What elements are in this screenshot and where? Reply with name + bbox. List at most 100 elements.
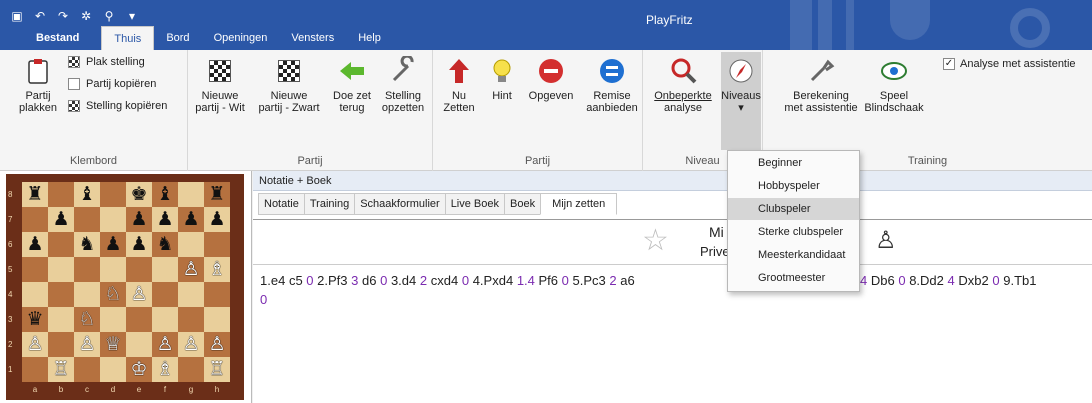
paste-position-button[interactable]: Plak stelling <box>68 56 145 68</box>
board-square[interactable] <box>22 257 48 282</box>
board-square[interactable]: ♙ <box>204 332 230 357</box>
chess-piece[interactable]: ♘ <box>104 284 121 305</box>
board-square[interactable] <box>74 207 100 232</box>
copy-position-button[interactable]: Stelling kopiëren <box>68 100 167 112</box>
board-square[interactable] <box>48 307 74 332</box>
move[interactable]: 1.e4 <box>260 273 285 288</box>
board-square[interactable] <box>100 182 126 207</box>
board-square[interactable]: ♔ <box>126 357 152 382</box>
chess-piece[interactable]: ♙ <box>130 284 147 305</box>
level-option-beginner[interactable]: Beginner <box>728 152 859 174</box>
move[interactable]: 5.Pc3 <box>573 273 606 288</box>
board-square[interactable]: ♟ <box>152 207 178 232</box>
board-square[interactable] <box>152 307 178 332</box>
chess-piece[interactable]: ♝ <box>156 184 173 205</box>
chess-piece[interactable]: ♖ <box>52 359 69 380</box>
board-square[interactable] <box>22 207 48 232</box>
chess-piece[interactable]: ♟ <box>130 209 147 230</box>
board-square[interactable] <box>178 307 204 332</box>
chess-piece[interactable]: ♙ <box>208 334 225 355</box>
star-icon[interactable]: ☆ <box>642 226 669 256</box>
board-square[interactable]: ♟ <box>100 232 126 257</box>
board-square[interactable] <box>152 257 178 282</box>
board-square[interactable]: ♙ <box>74 332 100 357</box>
tab-bestand[interactable]: Bestand <box>0 26 101 50</box>
board-square[interactable] <box>126 332 152 357</box>
board-square[interactable] <box>48 282 74 307</box>
chess-piece[interactable]: ♖ <box>208 359 225 380</box>
tab-schaakformulier[interactable]: Schaakformulier <box>354 193 445 215</box>
chess-piece[interactable]: ♕ <box>104 334 121 355</box>
save-icon[interactable]: ▣ <box>10 9 24 23</box>
move[interactable]: c5 <box>289 273 303 288</box>
chess-piece[interactable]: ♙ <box>156 334 173 355</box>
board-square[interactable]: ♕ <box>100 332 126 357</box>
level-option-grootmeester[interactable]: Grootmeester <box>728 267 859 289</box>
level-option-sterke-clubspeler[interactable]: Sterke clubspeler <box>728 221 859 243</box>
chess-piece[interactable]: ♟ <box>208 209 225 230</box>
tab-bord[interactable]: Bord <box>154 26 201 50</box>
move[interactable]: d6 <box>362 273 376 288</box>
board-square[interactable]: ♝ <box>74 182 100 207</box>
checkbox-checked[interactable]: ✓ <box>943 58 955 70</box>
new-game-black-button[interactable]: Nieuwe partij - Zwart <box>254 56 324 114</box>
board-square[interactable]: ♗ <box>204 257 230 282</box>
board-square[interactable]: ♙ <box>178 257 204 282</box>
level-option-meesterkandidaat[interactable]: Meesterkandidaat <box>728 244 859 266</box>
chess-piece[interactable]: ♟ <box>52 209 69 230</box>
board-square[interactable] <box>48 332 74 357</box>
move[interactable]: 2.Pf3 <box>317 273 347 288</box>
hint-button[interactable]: Hint <box>487 56 517 102</box>
board-square[interactable]: ♝ <box>152 182 178 207</box>
board-square[interactable]: ♟ <box>126 207 152 232</box>
move[interactable]: 4.Pxd4 <box>473 273 513 288</box>
unlimited-analysis-button[interactable]: Onbeperkte analyse <box>653 56 713 114</box>
board-square[interactable] <box>126 307 152 332</box>
board-square[interactable] <box>100 257 126 282</box>
analysis-assist-checkbox[interactable]: ✓ Analyse met assistentie <box>943 58 1076 70</box>
board-square[interactable] <box>100 357 126 382</box>
resign-button[interactable]: Opgeven <box>525 56 577 102</box>
board-square[interactable]: ♖ <box>204 357 230 382</box>
chess-piece[interactable]: ♛ <box>26 309 43 330</box>
board-square[interactable]: ♙ <box>22 332 48 357</box>
board-square[interactable] <box>178 232 204 257</box>
tab-notatie[interactable]: Notatie <box>258 193 304 215</box>
board-square[interactable]: ♗ <box>152 357 178 382</box>
copy-game-button[interactable]: Partij kopiëren <box>68 78 156 90</box>
board-square[interactable] <box>74 357 100 382</box>
board-square[interactable] <box>178 182 204 207</box>
move[interactable]: 3.d4 <box>391 273 416 288</box>
board-square[interactable] <box>22 282 48 307</box>
board-square[interactable] <box>152 282 178 307</box>
board-square[interactable] <box>126 257 152 282</box>
customize-dropdown-icon[interactable]: ▾ <box>125 9 139 23</box>
tab-help[interactable]: Help <box>346 26 393 50</box>
board-square[interactable]: ♚ <box>126 182 152 207</box>
chess-piece[interactable]: ♙ <box>78 334 95 355</box>
chess-piece[interactable]: ♙ <box>182 259 199 280</box>
tab-mijn-zetten[interactable]: Mijn zetten <box>540 193 618 215</box>
chess-piece[interactable]: ♟ <box>156 209 173 230</box>
chess-piece[interactable]: ♙ <box>26 334 43 355</box>
chess-piece[interactable]: ♟ <box>182 209 199 230</box>
tab-vensters[interactable]: Vensters <box>279 26 346 50</box>
board-square[interactable]: ♟ <box>204 207 230 232</box>
board-square[interactable]: ♘ <box>100 282 126 307</box>
move-now-button[interactable]: Nu Zetten <box>439 56 479 114</box>
chess-piece[interactable]: ♟ <box>104 234 121 255</box>
take-back-button[interactable]: Doe zet terug <box>328 56 376 114</box>
board-square[interactable]: ♞ <box>152 232 178 257</box>
chess-piece[interactable]: ♟ <box>130 234 147 255</box>
board-square[interactable] <box>48 232 74 257</box>
chess-piece[interactable]: ♗ <box>208 259 225 280</box>
board-square[interactable] <box>48 182 74 207</box>
undo-icon[interactable]: ↶ <box>33 9 47 23</box>
level-option-clubspeler[interactable]: Clubspeler <box>728 198 859 220</box>
board-square[interactable] <box>48 257 74 282</box>
move[interactable]: 9.Tb1 <box>1003 273 1036 288</box>
tab-live-boek[interactable]: Live Boek <box>444 193 504 215</box>
board-square[interactable]: ♟ <box>22 232 48 257</box>
board-square[interactable] <box>204 232 230 257</box>
chess-piece[interactable]: ♚ <box>130 184 147 205</box>
